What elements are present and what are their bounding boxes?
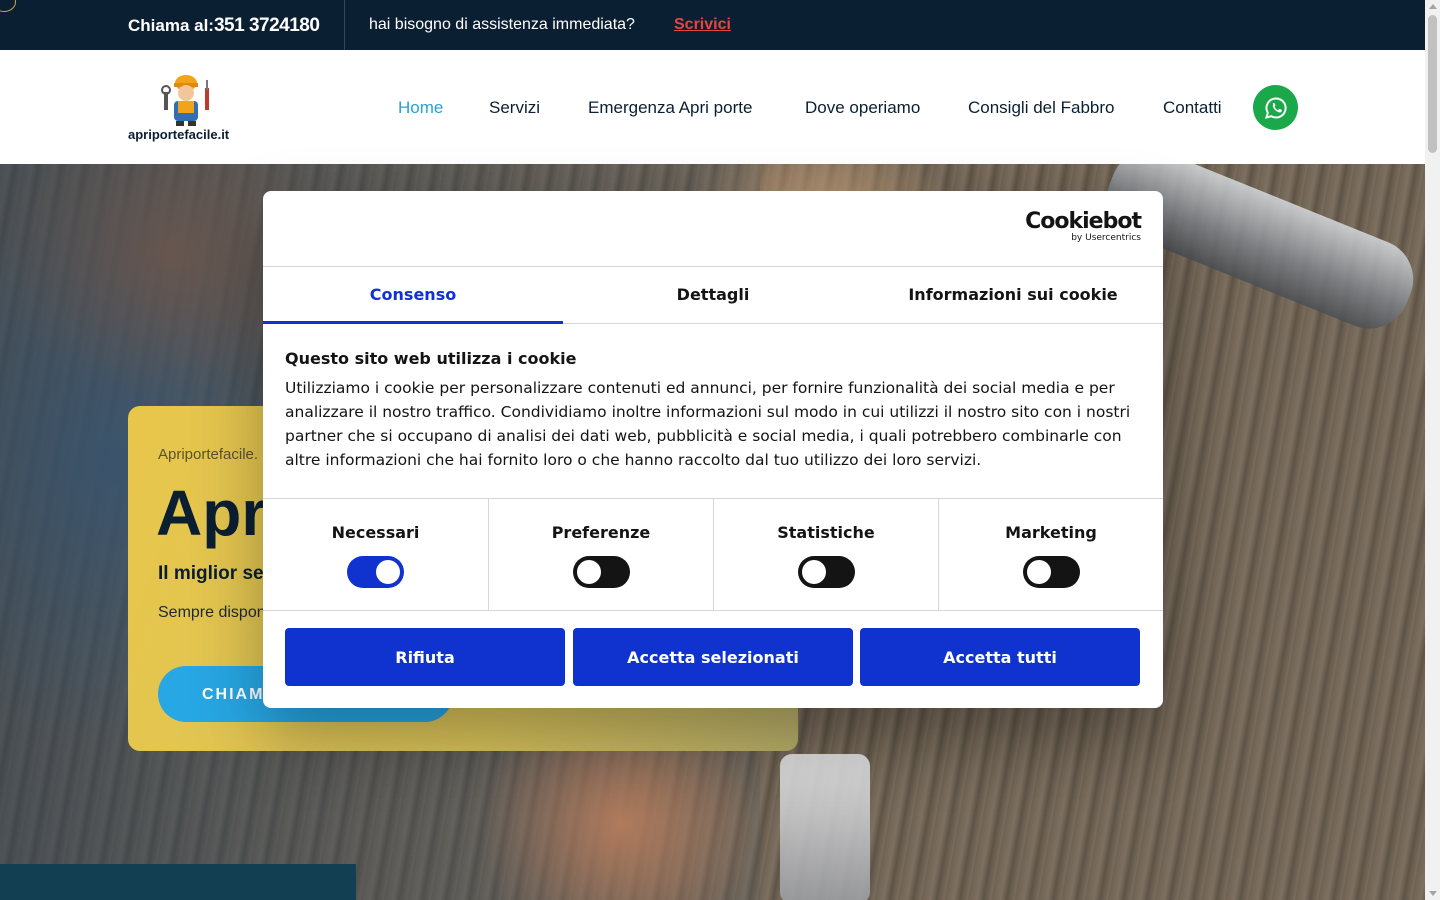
toggle-knob bbox=[376, 560, 400, 584]
scroll-up-arrow-icon[interactable] bbox=[1429, 4, 1437, 9]
toggle-knob bbox=[577, 560, 601, 584]
dialog-tabs: Consenso Dettagli Informazioni sui cooki… bbox=[263, 267, 1163, 324]
cookiebot-logo-text: Cookiebot bbox=[1025, 209, 1142, 234]
nav-servizi[interactable]: Servizi bbox=[489, 98, 540, 118]
bottom-panel bbox=[0, 864, 356, 900]
phone-number[interactable]: 351 3724180 bbox=[214, 15, 320, 36]
necessari-toggle[interactable] bbox=[347, 556, 404, 588]
category-necessari: Necessari bbox=[263, 499, 488, 611]
category-statistiche: Statistiche bbox=[713, 499, 938, 611]
help-text: hai bisogno di assistenza immediata? bbox=[369, 16, 635, 33]
category-marketing: Marketing bbox=[938, 499, 1163, 611]
category-label: Necessari bbox=[331, 523, 420, 542]
dialog-description: Utilizziamo i cookie per personalizzare … bbox=[285, 379, 1131, 469]
cookiebot-logo[interactable]: Cookiebot by Usercentrics bbox=[1025, 209, 1142, 244]
category-preferenze: Preferenze bbox=[488, 499, 713, 611]
write-link[interactable]: Scrivici bbox=[674, 16, 731, 34]
corner-dot-icon bbox=[0, 0, 16, 12]
hero-subtitle: Il miglior se bbox=[158, 563, 264, 584]
hero-breadcrumb: Apriportefacile. bbox=[158, 446, 259, 463]
dialog-heading: Questo sito web utilizza i cookie bbox=[285, 349, 577, 368]
marketing-toggle[interactable] bbox=[1023, 556, 1080, 588]
tab-dettagli[interactable]: Dettagli bbox=[563, 267, 863, 324]
toggle-knob bbox=[802, 560, 826, 584]
reject-button[interactable]: Rifiuta bbox=[285, 628, 565, 686]
page-scrollbar[interactable] bbox=[1425, 0, 1440, 900]
nav-home[interactable]: Home bbox=[398, 98, 443, 118]
accept-all-button[interactable]: Accetta tutti bbox=[860, 628, 1140, 686]
cookie-consent-dialog: Cookiebot by Usercentrics Consenso Detta… bbox=[263, 191, 1163, 708]
site-logo[interactable]: apriportefacile.it bbox=[128, 70, 248, 145]
scroll-thumb[interactable] bbox=[1428, 15, 1437, 153]
nav-consigli[interactable]: Consigli del Fabbro bbox=[968, 98, 1114, 118]
tab-informazioni[interactable]: Informazioni sui cookie bbox=[863, 267, 1163, 324]
dialog-header: Cookiebot by Usercentrics bbox=[263, 191, 1163, 267]
call-label: Chiama al: bbox=[128, 16, 214, 35]
site-header: apriportefacile.it Home Servizi Emergenz… bbox=[0, 50, 1425, 164]
category-label: Preferenze bbox=[551, 523, 651, 542]
cookiebot-logo-by: by Usercentrics bbox=[1071, 233, 1141, 243]
nav-contatti[interactable]: Contatti bbox=[1163, 98, 1222, 118]
brand-name: apriportefacile.it bbox=[128, 127, 230, 142]
category-label: Marketing bbox=[1005, 523, 1097, 542]
call-info: Chiama al:351 3724180 bbox=[128, 15, 320, 37]
consent-categories: Necessari Preferenze Statistiche Marketi… bbox=[263, 498, 1163, 611]
toggle-knob bbox=[1027, 560, 1051, 584]
statistiche-toggle[interactable] bbox=[798, 556, 855, 588]
dialog-body: Questo sito web utilizza i cookie Utiliz… bbox=[285, 349, 1145, 472]
preferenze-toggle[interactable] bbox=[573, 556, 630, 588]
accept-selected-button[interactable]: Accetta selezionati bbox=[573, 628, 853, 686]
top-bar: Chiama al:351 3724180 hai bisogno di ass… bbox=[0, 0, 1425, 50]
whatsapp-icon bbox=[1264, 96, 1287, 119]
locksmith-mascot-icon bbox=[161, 75, 209, 126]
whatsapp-button[interactable] bbox=[1253, 85, 1298, 130]
nav-dove-operiamo[interactable]: Dove operiamo bbox=[805, 98, 920, 118]
scroll-down-arrow-icon[interactable] bbox=[1429, 891, 1437, 896]
hero-title: Apr bbox=[156, 477, 267, 549]
nav-emergenza[interactable]: Emergenza Apri porte bbox=[588, 98, 752, 118]
hero-availability: Sempre dispon bbox=[158, 604, 266, 621]
tab-consenso[interactable]: Consenso bbox=[263, 267, 563, 324]
category-label: Statistiche bbox=[777, 523, 875, 542]
keys-image bbox=[780, 754, 870, 900]
topbar-divider bbox=[344, 0, 345, 50]
